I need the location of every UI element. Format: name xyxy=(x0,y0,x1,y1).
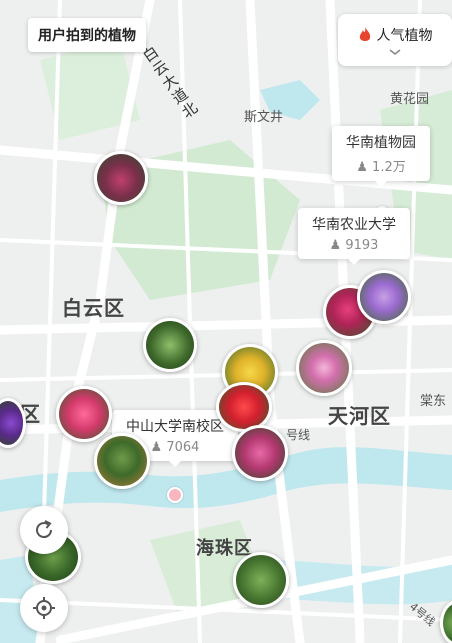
chevron-down-icon xyxy=(389,49,401,55)
user-photos-label: 用户拍到的植物 xyxy=(38,28,136,44)
plant-photo-pin[interactable] xyxy=(296,340,352,396)
callout-scau[interactable]: 华南农业大学 ♟ 9193 xyxy=(298,208,410,265)
place-label-siwenjing: 斯文井 xyxy=(244,110,284,125)
refresh-button[interactable] xyxy=(20,506,68,554)
flame-icon xyxy=(359,27,370,41)
district-label-tianhe: 天河区 xyxy=(328,404,391,428)
map-dot[interactable] xyxy=(167,487,183,503)
refresh-icon xyxy=(36,520,53,539)
plant-photo-pin[interactable] xyxy=(94,433,150,489)
district-label-baiyun: 白云区 xyxy=(62,296,125,320)
plant-photo-pin[interactable] xyxy=(94,151,148,205)
person-icon: ♟ xyxy=(150,440,163,455)
person-icon: ♟ xyxy=(329,238,342,253)
user-photos-chip[interactable]: 用户拍到的植物 xyxy=(28,18,146,52)
hot-plants-button[interactable]: 人气植物 xyxy=(338,14,452,66)
callout-count: 1.2万 xyxy=(372,160,406,175)
callout-count: 9193 xyxy=(345,238,379,253)
plant-photo-pin[interactable] xyxy=(232,425,288,481)
locate-icon xyxy=(33,597,55,619)
callout-name: 中山大学南校区 xyxy=(126,419,224,435)
metro-line-label: 号线 xyxy=(286,428,311,442)
plant-photo-pin[interactable] xyxy=(143,318,197,372)
place-label-huanghuayuan: 黄花园 xyxy=(390,92,430,107)
callout-south-china-botanical-garden[interactable]: 华南植物园 ♟ 1.2万 xyxy=(332,126,430,187)
plant-photo-pin[interactable] xyxy=(233,552,289,608)
map-view[interactable]: 白云大道北 斯文井 黄花园 棠东 白云区 天河区 海珠区 区 号线 4号线 用户… xyxy=(0,0,452,643)
place-label-tangdong: 棠东 xyxy=(420,394,447,409)
hot-plants-label: 人气植物 xyxy=(376,28,433,44)
callout-name: 华南植物园 xyxy=(346,135,416,151)
plant-photo-pin[interactable] xyxy=(357,270,411,324)
locate-button[interactable] xyxy=(20,584,68,632)
callout-count: 7064 xyxy=(166,440,200,455)
callout-name: 华南农业大学 xyxy=(312,217,396,233)
plant-photo-pin[interactable] xyxy=(56,386,112,442)
person-icon: ♟ xyxy=(356,160,368,175)
